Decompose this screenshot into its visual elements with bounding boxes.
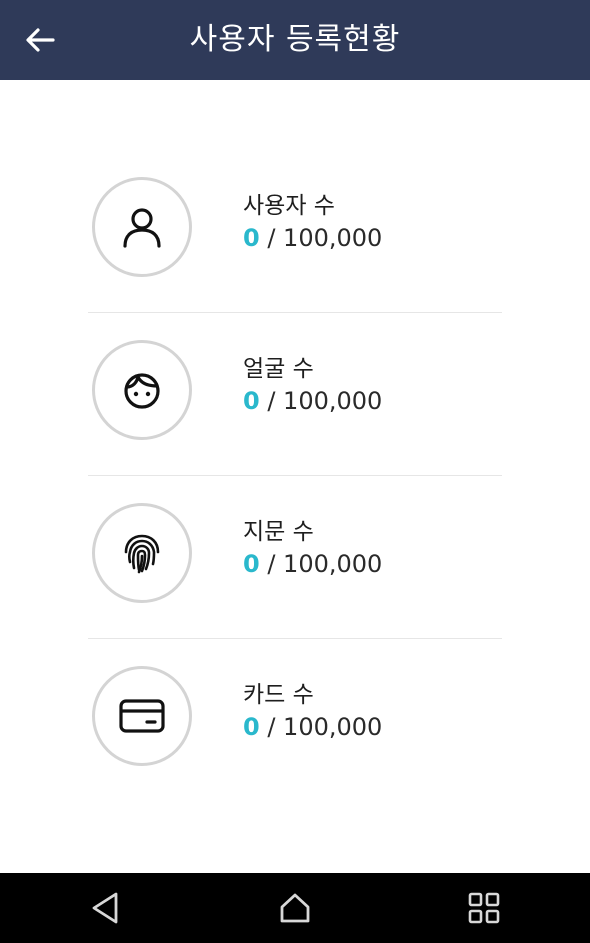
stat-current-value: 0	[243, 713, 260, 741]
stat-separator: /	[259, 550, 284, 578]
stat-label: 지문 수	[243, 519, 314, 545]
stat-max-value: 100,000	[283, 387, 383, 415]
face-icon	[124, 373, 160, 409]
face-icon-badge	[92, 340, 192, 440]
stat-label: 카드 수	[243, 682, 314, 708]
stat-row-cards: 카드 수 0 / 100,000	[88, 639, 502, 801]
stat-max-value: 100,000	[283, 224, 383, 252]
triangle-back-icon	[92, 892, 118, 924]
stat-label: 얼굴 수	[243, 356, 314, 382]
stat-count: 0 / 100,000	[243, 713, 382, 741]
stat-separator: /	[259, 713, 284, 741]
stats-list: 사용자 수 0 / 100,000 얼굴 수 0 / 100,000 지문 수 …	[88, 150, 502, 801]
stat-row-fingerprints: 지문 수 0 / 100,000	[88, 476, 502, 639]
grid-recents-icon	[468, 892, 500, 924]
stat-max-value: 100,000	[283, 550, 383, 578]
stat-count: 0 / 100,000	[243, 224, 382, 252]
stat-current-value: 0	[243, 550, 260, 578]
app-header: 사용자 등록현황	[0, 0, 590, 80]
stat-label: 사용자 수	[243, 193, 335, 219]
stat-max-value: 100,000	[283, 713, 383, 741]
stat-current-value: 0	[243, 224, 260, 252]
user-icon-badge	[92, 177, 192, 277]
system-navigation-bar	[0, 873, 590, 943]
nav-back-button[interactable]	[85, 888, 125, 928]
stat-row-faces: 얼굴 수 0 / 100,000	[88, 313, 502, 476]
stat-count: 0 / 100,000	[243, 550, 382, 578]
fingerprint-icon	[124, 534, 160, 574]
stat-count: 0 / 100,000	[243, 387, 382, 415]
card-icon	[119, 699, 165, 733]
page-title: 사용자 등록현황	[189, 22, 401, 57]
card-icon-badge	[92, 666, 192, 766]
nav-home-button[interactable]	[275, 888, 315, 928]
stat-current-value: 0	[243, 387, 260, 415]
stat-row-users: 사용자 수 0 / 100,000	[88, 150, 502, 313]
nav-recents-button[interactable]	[464, 888, 504, 928]
stat-separator: /	[259, 387, 284, 415]
home-icon	[280, 893, 310, 923]
fingerprint-icon-badge	[92, 503, 192, 603]
stat-separator: /	[259, 224, 284, 252]
user-icon	[123, 208, 161, 248]
